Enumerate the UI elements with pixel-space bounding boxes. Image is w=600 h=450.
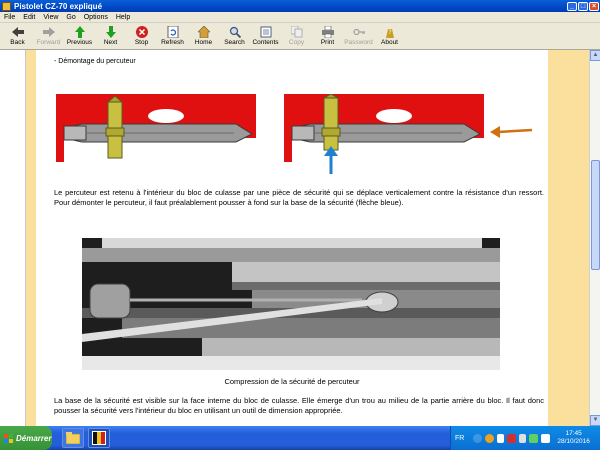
previous-button[interactable]: Previous <box>64 23 95 49</box>
clock-date: 28/10/2016 <box>557 438 590 445</box>
scroll-down-button[interactable]: ▼ <box>590 415 600 426</box>
print-label: Print <box>320 39 335 46</box>
diagram-firing-pin-rest <box>56 94 256 162</box>
navigation-pane <box>0 50 26 426</box>
paragraph-1: Le percuteur est retenu à l'intérieur du… <box>54 188 544 207</box>
vertical-scrollbar[interactable]: ▲ ▼ <box>589 50 600 426</box>
close-button[interactable]: × <box>589 1 599 11</box>
next-button[interactable]: Next <box>95 23 126 49</box>
scroll-thumb[interactable] <box>591 160 600 270</box>
menu-help[interactable]: Help <box>112 14 134 21</box>
photo-safety-compression <box>82 238 500 370</box>
back-arrow-icon <box>11 25 25 38</box>
forward-button[interactable]: Forward <box>33 23 64 49</box>
contents-icon <box>259 25 273 38</box>
app-icon <box>2 1 11 11</box>
help-window: Pistolet CZ-70 expliqué _ □ × File Edit … <box>0 0 600 426</box>
contents-button[interactable]: Contents <box>250 23 281 49</box>
photo-caption: Compression de la sécurité de percuteur <box>224 377 360 386</box>
contents-label: Contents <box>252 39 279 46</box>
folder-icon[interactable] <box>62 428 84 448</box>
start-label: Démarrer <box>16 433 52 443</box>
svg-text:?: ? <box>388 29 391 36</box>
help-app-icon[interactable] <box>88 428 110 448</box>
search-label: Search <box>224 39 245 46</box>
diagram-firing-pin-pressed <box>284 94 533 174</box>
orange-arrow <box>490 126 533 138</box>
refresh-button[interactable]: Refresh <box>157 23 188 49</box>
next-label: Next <box>103 39 118 46</box>
up-arrow-icon <box>73 25 87 38</box>
menu-go[interactable]: Go <box>62 14 79 21</box>
toolbar: Back Forward Previous Next Stop Refresh … <box>0 23 600 50</box>
scroll-up-button[interactable]: ▲ <box>590 50 600 61</box>
about-label: About <box>381 39 398 46</box>
chevron-icon[interactable] <box>473 433 483 443</box>
update-icon[interactable] <box>485 433 495 443</box>
clock[interactable]: 17:45 28/10/2016 <box>557 430 590 446</box>
window-title: Pistolet CZ-70 expliqué <box>14 1 103 11</box>
key-icon <box>352 25 366 38</box>
down-arrow-icon <box>104 25 118 38</box>
copy-label: Copy <box>288 39 305 46</box>
menu-view[interactable]: View <box>39 14 62 21</box>
print-button[interactable]: Print <box>312 23 343 49</box>
search-button[interactable]: Search <box>219 23 250 49</box>
clock-time: 17:45 <box>565 430 582 437</box>
language-indicator[interactable]: FR <box>455 435 464 442</box>
start-button[interactable]: Démarrer <box>0 426 52 450</box>
search-icon <box>228 25 242 38</box>
password-label: Password <box>344 39 373 46</box>
taskbar-programs <box>62 428 110 448</box>
flag-icon[interactable] <box>541 433 551 443</box>
menu-file[interactable]: File <box>0 14 19 21</box>
back-button[interactable]: Back <box>2 23 33 49</box>
stop-label: Stop <box>134 39 149 46</box>
menu-bar: File Edit View Go Options Help <box>0 12 600 23</box>
question-icon: ? <box>383 25 397 38</box>
home-label: Home <box>194 39 213 46</box>
maximize-button[interactable]: □ <box>578 1 588 11</box>
copy-icon <box>290 25 304 38</box>
minimize-button[interactable]: _ <box>567 1 577 11</box>
about-button[interactable]: ? About <box>374 23 405 49</box>
volume-icon[interactable] <box>519 433 527 443</box>
paragraph-2: La base de la sécurité est visible sur l… <box>54 396 544 415</box>
menu-edit[interactable]: Edit <box>19 14 39 21</box>
battery-icon[interactable] <box>529 433 539 443</box>
print-icon <box>321 25 335 38</box>
previous-label: Previous <box>66 39 93 46</box>
windows-flag-icon <box>4 433 13 443</box>
stop-button[interactable]: Stop <box>126 23 157 49</box>
menu-options[interactable]: Options <box>80 14 112 21</box>
forward-label: Forward <box>36 39 61 46</box>
system-tray: FR 17:45 28/10/2016 <box>450 426 600 450</box>
home-button[interactable]: Home <box>188 23 219 49</box>
network-icon[interactable] <box>497 433 505 443</box>
back-label: Back <box>10 39 25 46</box>
refresh-icon <box>166 25 180 38</box>
stop-icon <box>135 25 149 38</box>
refresh-label: Refresh <box>161 39 184 46</box>
shield-icon[interactable] <box>507 433 517 443</box>
document-page: - Démontage du percuteur Le percuteur es… <box>36 50 548 426</box>
forward-arrow-icon <box>42 25 56 38</box>
page-margin-right <box>548 50 573 426</box>
title-bar: Pistolet CZ-70 expliqué _ □ × <box>0 0 600 12</box>
taskbar: Démarrer FR 17:45 28/10/2016 <box>0 426 600 450</box>
password-button[interactable]: Password <box>343 23 374 49</box>
copy-button[interactable]: Copy <box>281 23 312 49</box>
content-area: - Démontage du percuteur Le percuteur es… <box>26 50 589 426</box>
section-title: - Démontage du percuteur <box>54 58 136 65</box>
home-icon <box>197 25 211 38</box>
